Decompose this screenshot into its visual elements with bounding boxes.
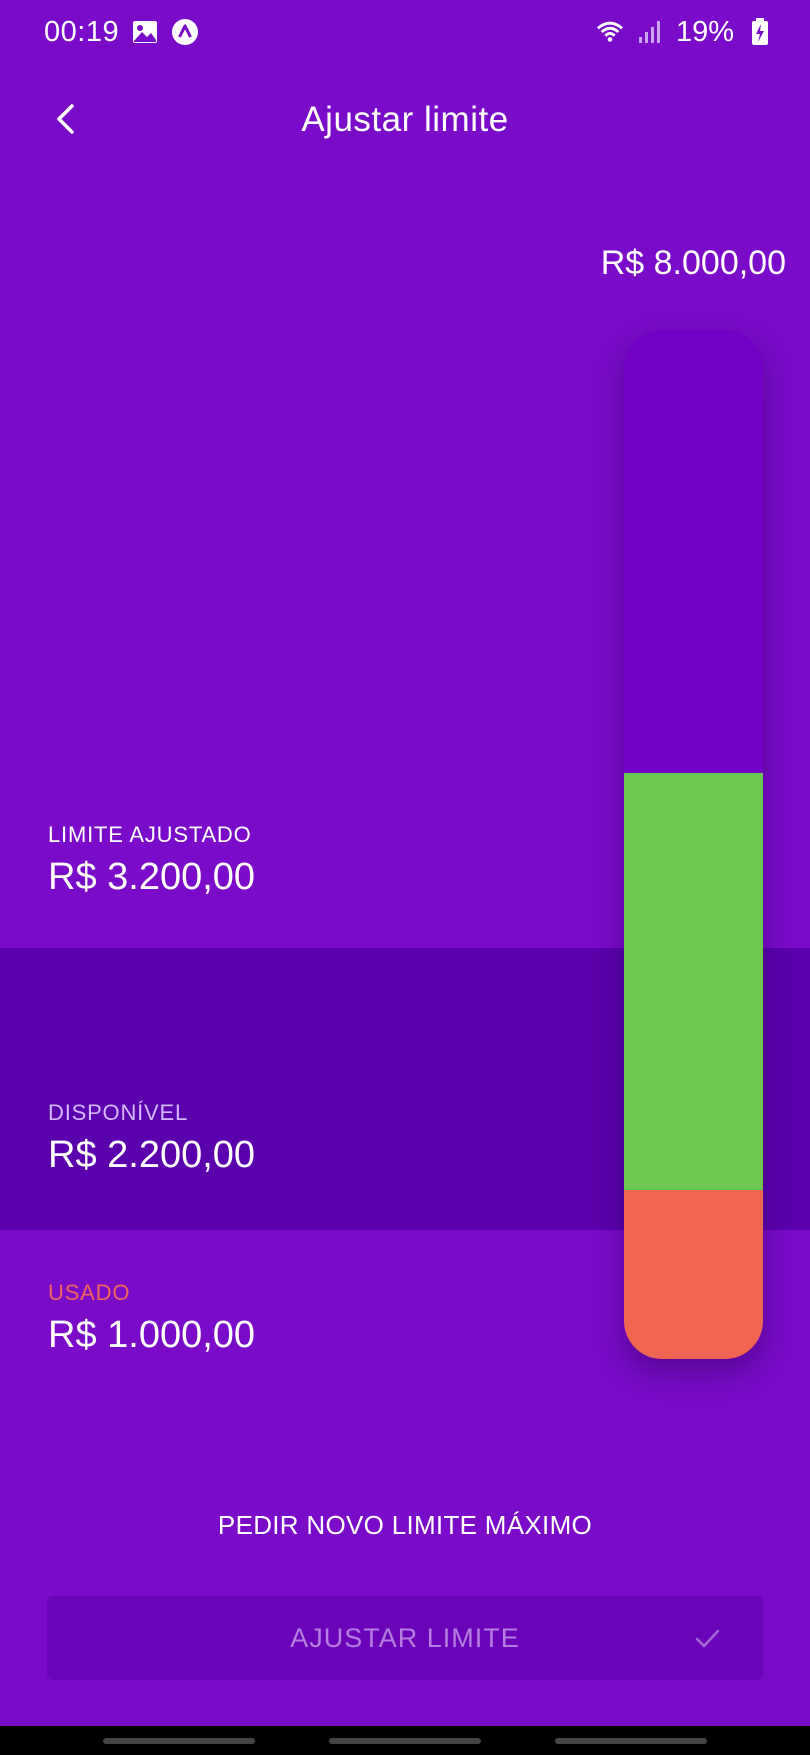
app-header: Ajustar limite <box>0 80 810 160</box>
status-bar: 00:19 19% <box>0 0 810 64</box>
chevron-left-icon <box>53 103 77 140</box>
image-icon <box>131 18 159 46</box>
nav-recents-button[interactable] <box>103 1737 255 1744</box>
status-left: 00:19 <box>44 16 199 49</box>
max-limit-value: R$ 8.000,00 <box>600 244 786 282</box>
system-nav-bar <box>0 1726 810 1755</box>
back-button[interactable] <box>40 98 90 144</box>
app-a-icon <box>171 18 199 46</box>
available-value: R$ 2.200,00 <box>48 1134 256 1176</box>
signal-icon <box>636 18 664 46</box>
used-value: R$ 1.000,00 <box>48 1314 256 1356</box>
page-title: Ajustar limite <box>301 100 509 139</box>
used-segment <box>624 1189 763 1359</box>
available-block: DISPONÍVEL R$ 2.200,00 <box>48 1100 255 1177</box>
request-new-max-limit-link[interactable]: PEDIR NOVO LIMITE MÁXIMO <box>0 1510 810 1541</box>
adjusted-limit-value: R$ 3.200,00 <box>48 856 256 898</box>
battery-charging-icon <box>746 18 774 46</box>
adjust-limit-button-label: AJUSTAR LIMITE <box>290 1622 520 1653</box>
battery-percent: 19% <box>675 15 734 48</box>
limit-slider-track[interactable] <box>624 330 763 1359</box>
wifi-icon <box>596 18 624 46</box>
used-block: USADO R$ 1.000,00 <box>48 1280 255 1357</box>
check-icon <box>691 1622 723 1654</box>
adjusted-limit-label: LIMITE AJUSTADO <box>48 822 252 847</box>
available-segment <box>624 772 763 1190</box>
adjusted-limit-block: LIMITE AJUSTADO R$ 3.200,00 <box>48 822 255 899</box>
status-time: 00:19 <box>44 15 120 48</box>
available-label: DISPONÍVEL <box>48 1100 189 1125</box>
nav-home-button[interactable] <box>329 1737 481 1744</box>
used-label: USADO <box>48 1280 131 1305</box>
status-right: 19% <box>596 16 774 49</box>
adjust-limit-button[interactable]: AJUSTAR LIMITE <box>47 1596 763 1680</box>
nav-back-button[interactable] <box>555 1737 707 1744</box>
